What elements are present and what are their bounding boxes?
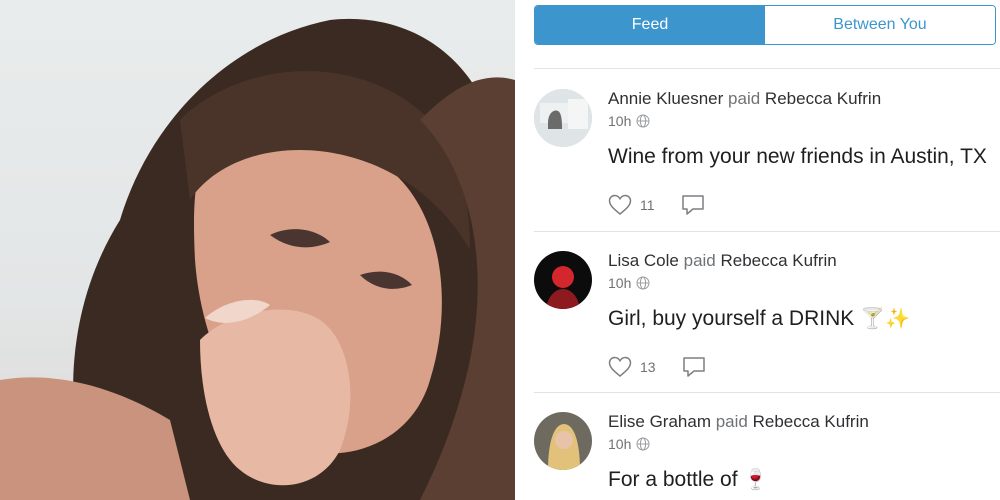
avatar[interactable] [534, 412, 592, 470]
avatar-image [534, 251, 592, 309]
story-message-text: Wine from your new friends in Austin, TX [608, 145, 987, 168]
story-actor[interactable]: Elise Graham [608, 412, 711, 431]
globe-icon [636, 437, 650, 451]
heart-icon [608, 194, 632, 215]
story-time: 10h [608, 275, 632, 291]
story-message-text: Girl, buy yourself a DRINK [608, 307, 855, 330]
story-target[interactable]: Rebecca Kufrin [765, 89, 881, 108]
story-target[interactable]: Rebecca Kufrin [720, 251, 836, 270]
globe-icon [636, 276, 650, 290]
like-count: 11 [640, 197, 655, 213]
story-message-text: For a bottle of [608, 468, 738, 491]
avatar-image [534, 412, 592, 470]
story-target[interactable]: Rebecca Kufrin [753, 412, 869, 431]
feed-photo [0, 0, 515, 500]
story-time: 10h [608, 436, 632, 452]
woman-crying-photo [0, 18, 515, 500]
feed-tab-bar: Feed Between You [534, 5, 996, 45]
divider [534, 231, 1000, 232]
tab-between-you[interactable]: Between You [765, 6, 995, 44]
story-header: Elise Graham paid Rebecca Kufrin [608, 412, 1000, 432]
heart-icon [608, 356, 632, 377]
tab-feed[interactable]: Feed [535, 6, 765, 44]
story-content: Annie Kluesner paid Rebecca Kufrin 10h W… [608, 89, 1000, 218]
story-actions: 13 [608, 354, 1000, 380]
story-message: Girl, buy yourself a DRINK 🍸✨ [608, 306, 1000, 332]
story-meta: 10h [608, 436, 1000, 452]
divider [534, 68, 1000, 69]
story-actor[interactable]: Lisa Cole [608, 251, 679, 270]
story-message: Wine from your new friends in Austin, TX [608, 144, 1000, 170]
avatar[interactable] [534, 89, 592, 147]
comment-button[interactable] [682, 355, 706, 379]
like-button[interactable]: 11 [608, 194, 655, 216]
comment-icon [681, 195, 704, 215]
avatar-image [534, 89, 592, 147]
like-button[interactable]: 13 [608, 356, 656, 378]
story-verb: paid [728, 89, 761, 108]
globe-icon [636, 114, 650, 128]
story-header: Annie Kluesner paid Rebecca Kufrin [608, 89, 1000, 109]
story-message: For a bottle of 🍷 [608, 467, 1000, 493]
story-header: Lisa Cole paid Rebecca Kufrin [608, 251, 1000, 271]
divider [534, 392, 1000, 393]
feed-panel: Feed Between You Annie Kluesner paid Reb… [515, 0, 1000, 500]
story-meta: 10h [608, 275, 1000, 291]
story-meta: 10h [608, 113, 1000, 129]
cocktail-sparkles-emoji: 🍸✨ [860, 308, 910, 330]
avatar[interactable] [534, 251, 592, 309]
comment-button[interactable] [681, 193, 705, 217]
like-count: 13 [640, 359, 656, 375]
story-verb: paid [683, 251, 716, 270]
story-content: Elise Graham paid Rebecca Kufrin 10h For… [608, 412, 1000, 493]
story-actions: 11 [608, 192, 1000, 218]
story-time: 10h [608, 113, 632, 129]
story-verb: paid [715, 412, 748, 431]
story-actor[interactable]: Annie Kluesner [608, 89, 723, 108]
wine-glass-emoji: 🍷 [743, 469, 769, 491]
story-content: Lisa Cole paid Rebecca Kufrin 10h Girl, … [608, 251, 1000, 380]
comment-icon [682, 357, 705, 377]
